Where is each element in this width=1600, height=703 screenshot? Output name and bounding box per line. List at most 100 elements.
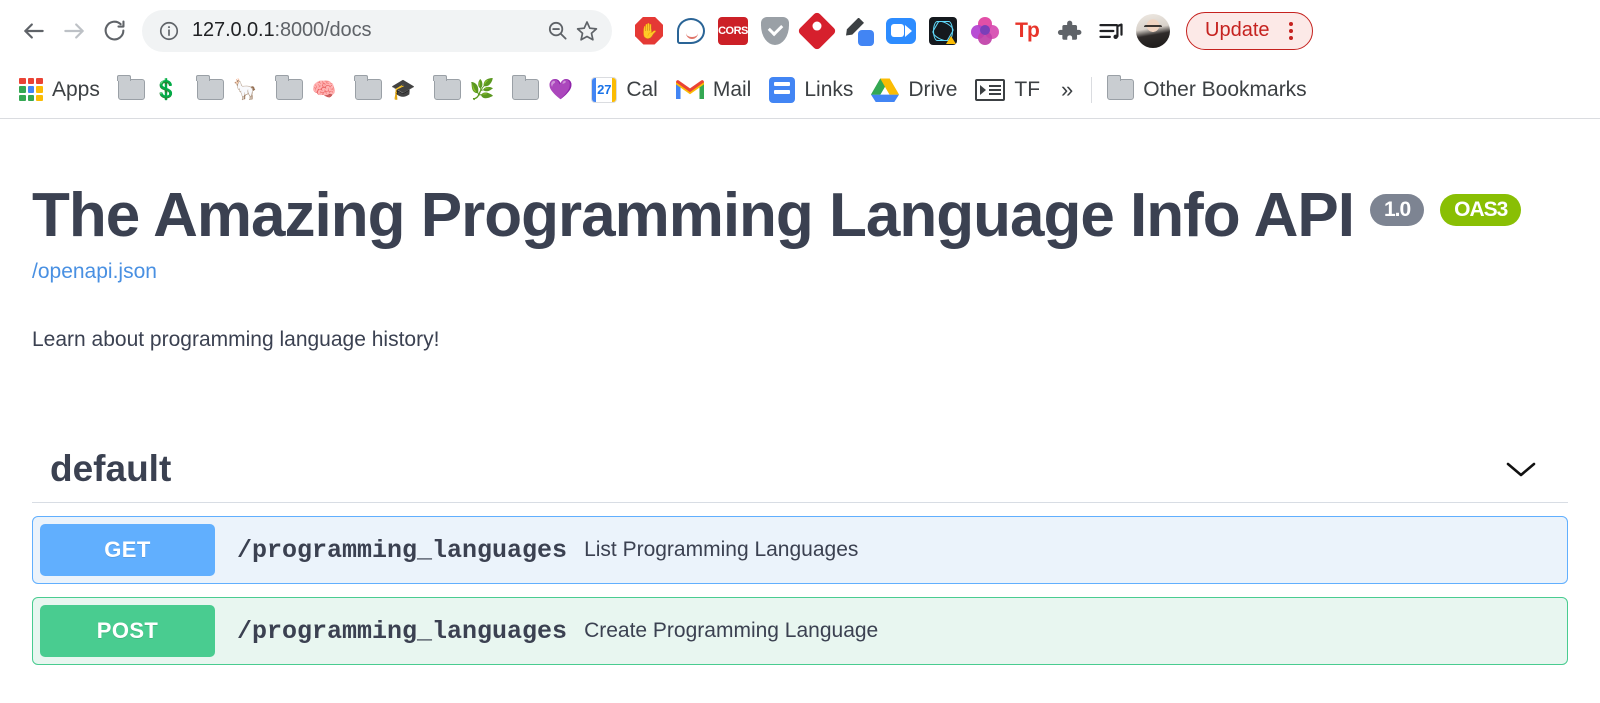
update-button-label: Update	[1205, 19, 1270, 42]
operation-summary: List Programming Languages	[584, 538, 858, 562]
extensions-menu-button[interactable]	[1048, 10, 1090, 52]
cors-icon: CORS	[718, 17, 748, 45]
http-method-badge: POST	[40, 605, 215, 657]
puzzle-piece-icon	[1055, 17, 1083, 45]
update-button[interactable]: Update	[1186, 12, 1313, 50]
red-diamond-extension[interactable]	[796, 10, 838, 52]
folder-icon	[276, 79, 303, 100]
bookmarks-bar: Apps 💲 🦙 🧠 🎓 🌿 💜 27 Cal	[0, 61, 1600, 119]
http-method-badge: GET	[40, 524, 215, 576]
profile-button[interactable]	[1132, 10, 1174, 52]
other-bookmarks-label: Other Bookmarks	[1143, 78, 1306, 102]
bookmark-mail[interactable]: Mail	[667, 71, 761, 109]
folder-icon	[197, 79, 224, 100]
bookmark-mail-label: Mail	[713, 78, 752, 102]
bookmark-star-icon[interactable]	[572, 16, 602, 46]
adblock-icon: ✋	[635, 17, 663, 45]
back-button[interactable]	[14, 11, 54, 51]
google-drive-icon	[871, 77, 899, 102]
bookmark-drive[interactable]: Drive	[862, 71, 966, 109]
tag-header[interactable]: default	[32, 448, 1568, 503]
version-badge: 1.0	[1370, 194, 1424, 226]
api-title-text: The Amazing Programming Language Info AP…	[32, 183, 1354, 248]
bookmarks-overflow-button[interactable]: »	[1049, 77, 1085, 103]
zoom-extension[interactable]	[880, 10, 922, 52]
bookmark-tf[interactable]: TF	[966, 71, 1049, 109]
tp-extension[interactable]: Tp	[1006, 10, 1048, 52]
eyedropper-icon	[844, 16, 874, 46]
bookmark-folder-herb[interactable]: 🌿	[425, 71, 504, 109]
zoom-out-icon[interactable]	[542, 16, 572, 46]
colorpicker-extension[interactable]	[838, 10, 880, 52]
bookmark-tf-label: TF	[1014, 78, 1040, 102]
document-icon	[769, 77, 795, 103]
bookmark-folder-heart[interactable]: 💜	[503, 71, 582, 109]
avatar	[1136, 14, 1170, 48]
folder-icon	[355, 79, 382, 100]
page-content: The Amazing Programming Language Info AP…	[0, 119, 1600, 665]
gmail-icon	[676, 79, 704, 100]
browser-toolbar: 127.0.0.1:8000/docs ✋ CORS Tp	[0, 0, 1600, 61]
chevron-down-icon[interactable]	[1504, 458, 1550, 480]
address-bar-url[interactable]: 127.0.0.1:8000/docs	[192, 19, 542, 42]
reload-button[interactable]	[94, 11, 134, 51]
bookmark-drive-label: Drive	[908, 78, 957, 102]
bookmark-cal[interactable]: 27 Cal	[582, 71, 667, 109]
playlist-music-icon	[1097, 17, 1125, 45]
cors-extension[interactable]: CORS	[712, 10, 754, 52]
adblock-extension[interactable]: ✋	[628, 10, 670, 52]
extensions-strip: ✋ CORS Tp	[628, 10, 1132, 52]
bookmark-cal-label: Cal	[626, 78, 658, 102]
bookmark-links[interactable]: Links	[760, 71, 862, 109]
operation-summary: Create Programming Language	[584, 619, 878, 643]
bookmark-folder-emoji: 🧠	[312, 77, 337, 102]
address-bar[interactable]: 127.0.0.1:8000/docs	[142, 10, 612, 52]
react-atom-icon	[929, 17, 957, 45]
slides-icon	[975, 79, 1005, 101]
bookmark-folder-brain[interactable]: 🧠	[267, 71, 346, 109]
bookmark-folder-emoji: 🎓	[391, 77, 416, 102]
folder-icon	[118, 79, 145, 100]
speech-bubble-extension[interactable]	[670, 10, 712, 52]
bookmark-folder-dollar[interactable]: 💲	[109, 71, 188, 109]
three-dot-menu-icon[interactable]	[1278, 18, 1304, 44]
apps-grid-icon	[19, 78, 43, 102]
bookmark-folder-emoji: 💲	[154, 77, 179, 102]
google-calendar-icon: 27	[591, 77, 617, 103]
operation-row-get[interactable]: GET /programming_languages List Programm…	[32, 516, 1568, 584]
browser-window: 127.0.0.1:8000/docs ✋ CORS Tp	[0, 0, 1600, 665]
folder-icon	[1107, 79, 1134, 100]
url-host: 127.0.0.1	[192, 19, 275, 41]
pocket-extension[interactable]	[754, 10, 796, 52]
bookmark-folder-llama[interactable]: 🦙	[188, 71, 267, 109]
tp-icon: Tp	[1015, 19, 1039, 43]
openapi-spec-link[interactable]: /openapi.json	[32, 260, 157, 284]
api-info-block: The Amazing Programming Language Info AP…	[32, 119, 1568, 352]
bookmark-apps-label: Apps	[52, 78, 100, 102]
url-path: :8000/docs	[275, 19, 372, 41]
page-title: The Amazing Programming Language Info AP…	[32, 183, 1568, 248]
forward-button[interactable]	[54, 11, 94, 51]
bookmark-folder-emoji: 🌿	[470, 77, 495, 102]
playlist-extension[interactable]	[1090, 10, 1132, 52]
swagger-ui: The Amazing Programming Language Info AP…	[32, 119, 1568, 665]
folder-icon	[434, 79, 461, 100]
bookmark-apps[interactable]: Apps	[10, 71, 109, 109]
bookmark-other-bookmarks[interactable]: Other Bookmarks	[1098, 71, 1315, 109]
tag-section-default: default GET /programming_languages List …	[32, 448, 1568, 665]
react-devtools-extension[interactable]	[922, 10, 964, 52]
flower-icon	[971, 17, 999, 45]
site-info-icon[interactable]	[156, 18, 182, 44]
bookmark-links-label: Links	[804, 78, 853, 102]
operation-path: /programming_languages	[237, 617, 567, 646]
chat-bubble-icon	[677, 18, 705, 44]
forward-arrow-icon	[61, 18, 87, 44]
operation-row-post[interactable]: POST /programming_languages Create Progr…	[32, 597, 1568, 665]
diamond-icon	[797, 11, 837, 51]
bookmark-folder-emoji: 💜	[548, 77, 573, 102]
folder-icon	[512, 79, 539, 100]
oas-badge: OAS3	[1440, 194, 1521, 226]
bookmark-folder-school[interactable]: 🎓	[346, 71, 425, 109]
flower-extension[interactable]	[964, 10, 1006, 52]
operation-path: /programming_languages	[237, 536, 567, 565]
